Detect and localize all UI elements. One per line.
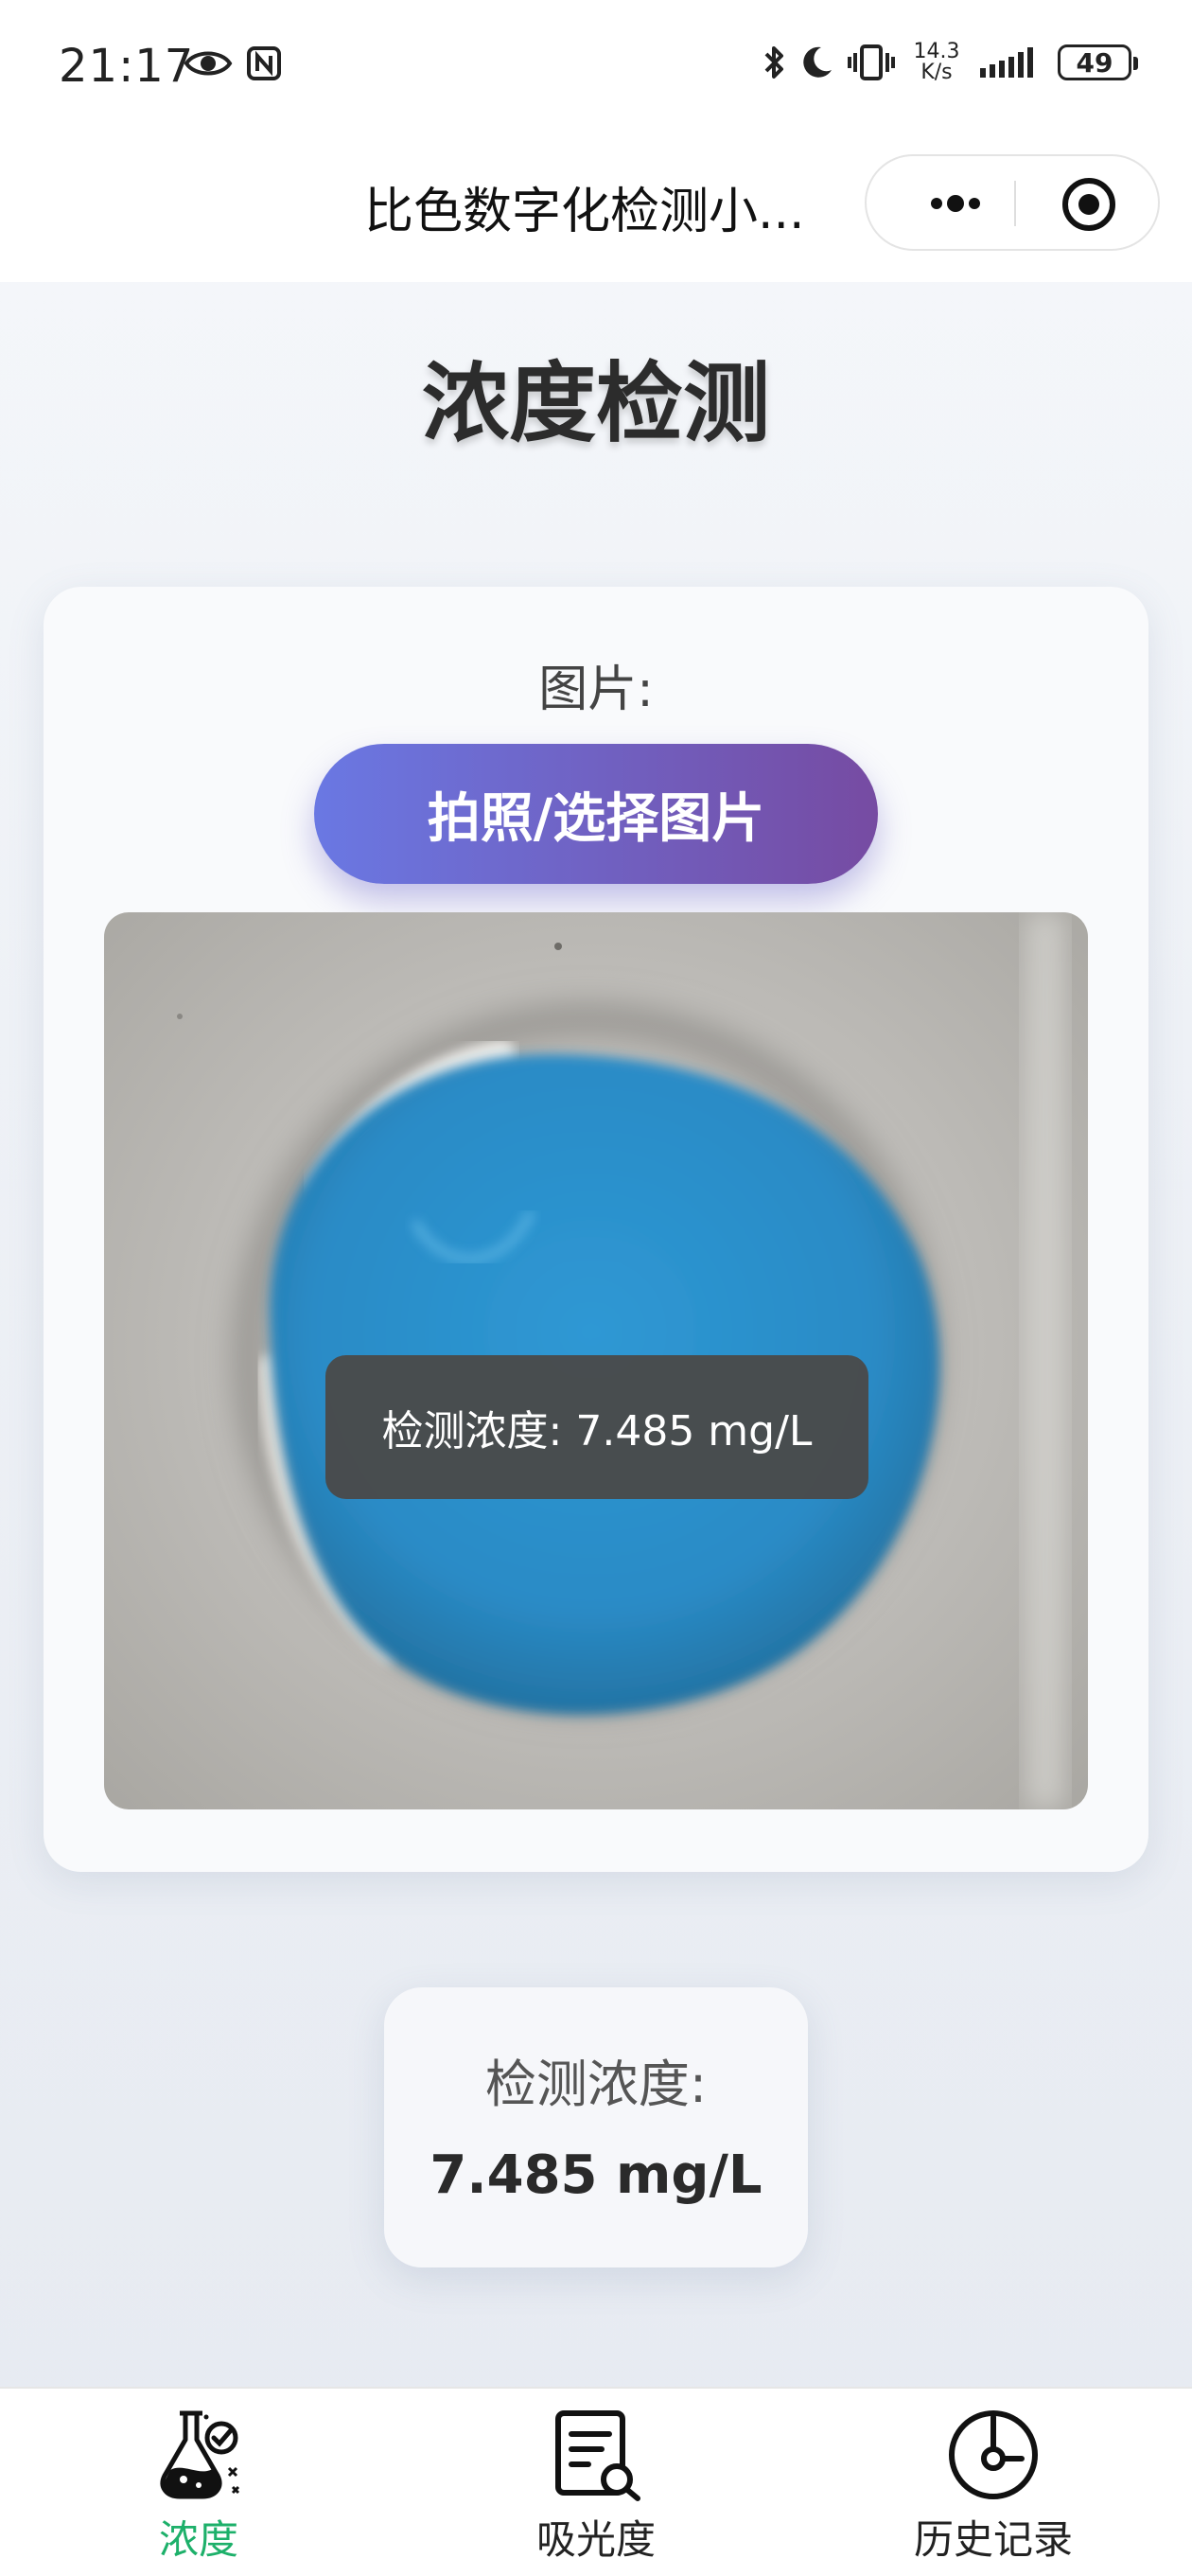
- tab-label-absorbance: 吸光度: [535, 2516, 656, 2563]
- more-dots-icon: [931, 195, 980, 212]
- vibrate-icon: [848, 44, 895, 80]
- net-speed: 14.3 K/s: [913, 40, 960, 84]
- close-mini-program-button[interactable]: [1061, 177, 1116, 232]
- nav-title: 比色数字化检测小...: [364, 184, 805, 240]
- nav-bar: 比色数字化检测小...: [0, 137, 1192, 282]
- image-label: 图片:: [538, 662, 654, 718]
- history-icon: [949, 2410, 1038, 2499]
- nfc-icon: [247, 46, 281, 80]
- capsule-divider: [1014, 181, 1016, 226]
- mini-program-capsule: [865, 154, 1160, 251]
- flask-icon: [160, 2410, 240, 2499]
- document-search-icon: [555, 2410, 640, 2501]
- battery-indicator: 49: [1058, 44, 1138, 80]
- bluetooth-icon: [764, 46, 783, 79]
- page-title: 浓度检测: [421, 353, 770, 454]
- result-label: 检测浓度:: [484, 2055, 708, 2114]
- more-options-button[interactable]: [908, 181, 1003, 226]
- tab-history[interactable]: 历史记录: [795, 2389, 1192, 2576]
- tab-label-history: 历史记录: [913, 2516, 1073, 2563]
- image-card: 图片: 拍照/选择图片: [44, 587, 1148, 1872]
- tab-concentration[interactable]: 浓度: [0, 2389, 397, 2576]
- tab-label-concentration: 浓度: [158, 2516, 238, 2563]
- status-bar: 21:17 14.3 K/s 49: [0, 0, 1192, 137]
- status-time: 21:17: [59, 40, 195, 93]
- result-value: 7.485 mg/L: [429, 2144, 763, 2206]
- moon-icon: [803, 46, 832, 78]
- target-close-icon: [1062, 178, 1115, 231]
- take-or-select-photo-button[interactable]: 拍照/选择图片: [314, 744, 878, 884]
- result-toast: 检测浓度: 7.485 mg/L: [325, 1355, 868, 1499]
- signal-icon: [980, 47, 1033, 78]
- tab-absorbance[interactable]: 吸光度: [397, 2389, 795, 2576]
- result-card: 检测浓度: 7.485 mg/L: [384, 1987, 808, 2267]
- eye-icon: [184, 51, 233, 76]
- tab-bar: 浓度 吸光度 历史记录: [0, 2387, 1192, 2576]
